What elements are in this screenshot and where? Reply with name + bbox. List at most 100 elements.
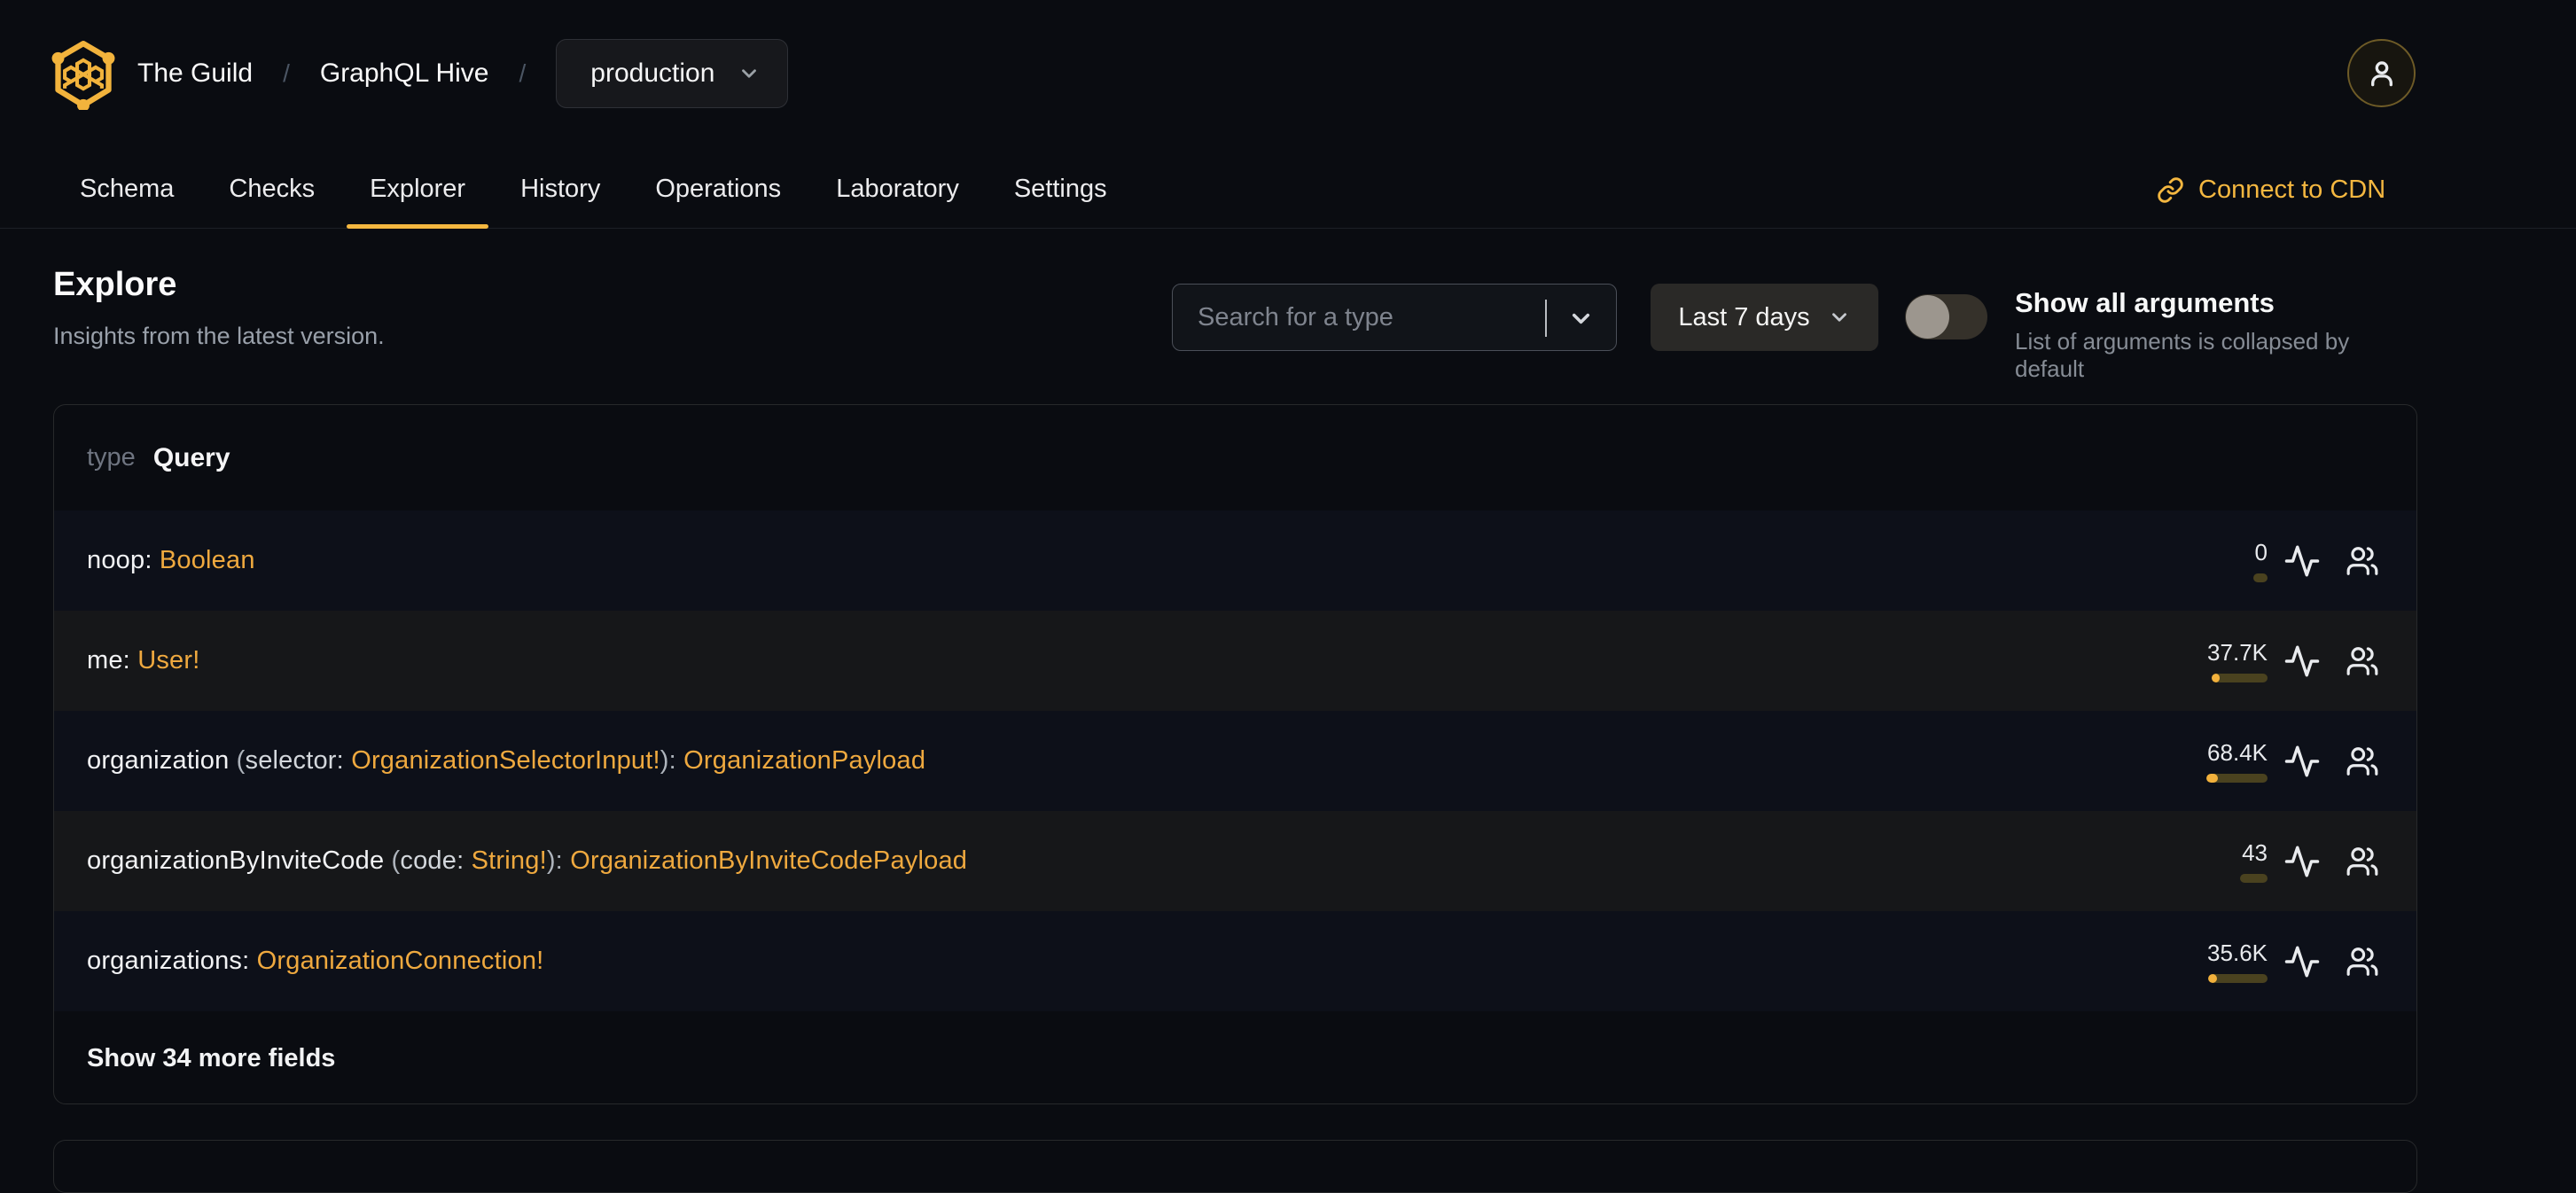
field-punct: ): [660, 746, 684, 775]
link-icon [2158, 176, 2183, 203]
request-count-block: 43 [2161, 839, 2268, 883]
users-icon [2346, 846, 2378, 876]
target-selector[interactable]: production [556, 39, 789, 108]
type-kind-label: type [87, 443, 136, 472]
type-search-input[interactable]: Search for a type [1172, 284, 1617, 351]
tab-settings[interactable]: Settings [991, 151, 1130, 228]
activity-icon [2284, 846, 2320, 877]
show-all-arguments-description: List of arguments is collapsed by defaul… [2015, 328, 2350, 382]
show-all-arguments-toggle[interactable] [1905, 294, 1987, 339]
users-icon [2346, 646, 2378, 675]
show-all-arguments-label: Show all arguments [2015, 287, 2275, 318]
page-title: Explore [53, 266, 177, 303]
field-name: me: [87, 646, 138, 674]
field-row-organization: organization (selector: OrganizationSele… [54, 711, 2416, 811]
request-count-block: 0 [2161, 539, 2268, 582]
field-punct: ): [546, 846, 571, 875]
field-type-link[interactable]: OrganizationByInviteCodePayload [570, 846, 967, 875]
tab-history[interactable]: History [497, 151, 623, 228]
field-arg-type-link[interactable]: OrganizationSelectorInput! [351, 746, 660, 775]
field-activity-button[interactable] [2283, 643, 2321, 680]
type-name: Query [152, 442, 230, 472]
type-card-query: type Query noop: Boolean 0 me: User! 37.… [53, 404, 2417, 1104]
request-count: 35.6K [2207, 940, 2268, 966]
field-name: organization [87, 746, 237, 775]
tab-operations[interactable]: Operations [632, 151, 804, 228]
users-icon [2346, 546, 2378, 575]
field-name: organizationByInviteCode [87, 846, 392, 875]
breadcrumb-org[interactable]: The Guild [137, 58, 253, 89]
users-icon [2346, 746, 2378, 776]
field-name: organizations: [87, 947, 257, 975]
page-subtitle: Insights from the latest version. [53, 323, 385, 349]
target-selector-value: production [590, 58, 715, 88]
field-type-link[interactable]: OrganizationConnection! [257, 947, 544, 975]
request-count: 0 [2254, 539, 2268, 565]
field-row-organizations: organizations: OrganizationConnection! 3… [54, 911, 2416, 1011]
field-arg-name: code: [400, 846, 472, 875]
connect-to-cdn-link[interactable]: Connect to CDN [2157, 151, 2385, 229]
period-select-value: Last 7 days [1678, 302, 1810, 331]
request-count: 43 [2242, 839, 2268, 866]
field-arg-type-link[interactable]: String! [472, 846, 547, 875]
field-arg-name: selector: [245, 746, 352, 775]
field-signature: organizationByInviteCode (code: String!)… [87, 846, 967, 876]
tab-explorer[interactable]: Explorer [347, 151, 489, 229]
field-type-link[interactable]: Boolean [160, 546, 255, 574]
field-clients-button[interactable] [2344, 943, 2381, 980]
request-count-block: 37.7K [2161, 639, 2268, 682]
field-row-me: me: User! 37.7K [54, 611, 2416, 711]
field-clients-button[interactable] [2344, 643, 2381, 680]
usage-bar-fill [2206, 774, 2218, 783]
tab-laboratory[interactable]: Laboratory [813, 151, 982, 228]
field-clients-button[interactable] [2344, 743, 2381, 780]
usage-bar [2208, 974, 2268, 983]
field-signature: noop: Boolean [87, 546, 255, 575]
type-search-placeholder: Search for a type [1198, 302, 1393, 331]
next-type-card-partial [53, 1140, 2417, 1193]
search-divider [1545, 300, 1547, 337]
request-count: 37.7K [2207, 639, 2268, 666]
request-count-block: 68.4K [2161, 739, 2268, 783]
field-punct: ( [391, 846, 401, 875]
field-activity-button[interactable] [2283, 843, 2321, 880]
field-signature: organizations: OrganizationConnection! [87, 947, 543, 976]
connect-to-cdn-label: Connect to CDN [2198, 175, 2386, 204]
field-row-noop: noop: Boolean 0 [54, 511, 2416, 611]
toggle-knob [1906, 295, 1949, 339]
user-avatar-button[interactable] [2347, 39, 2416, 107]
period-select-button[interactable]: Last 7 days [1651, 284, 1878, 351]
activity-icon [2284, 946, 2320, 977]
field-clients-button[interactable] [2344, 843, 2381, 880]
field-clients-button[interactable] [2344, 542, 2381, 580]
field-metrics: 35.6K [2161, 911, 2381, 1011]
field-activity-button[interactable] [2283, 743, 2321, 780]
chevron-down-icon[interactable] [1567, 305, 1595, 332]
type-card-header: type Query [54, 405, 2416, 511]
field-type-link[interactable]: User! [137, 646, 199, 674]
type-card-footer: Show 34 more fields [54, 1011, 2416, 1103]
usage-bar [2240, 874, 2268, 883]
breadcrumb-separator: / [283, 59, 290, 87]
field-signature: organization (selector: OrganizationSele… [87, 746, 925, 776]
show-more-fields-button[interactable]: Show 34 more fields [87, 1044, 335, 1073]
field-activity-button[interactable] [2283, 943, 2321, 980]
tab-schema[interactable]: Schema [57, 151, 197, 228]
field-name: noop: [87, 546, 160, 574]
field-type-link[interactable]: OrganizationPayload [683, 746, 925, 775]
field-metrics: 43 [2161, 811, 2381, 911]
field-metrics: 68.4K [2161, 711, 2381, 811]
field-activity-button[interactable] [2283, 542, 2321, 580]
usage-bar [2212, 674, 2268, 682]
usage-bar [2206, 774, 2268, 783]
hive-logo-icon[interactable] [50, 39, 117, 110]
usage-bar [2253, 573, 2268, 582]
activity-icon [2284, 745, 2320, 776]
usage-bar-fill [2208, 974, 2217, 983]
user-icon [2370, 60, 2393, 86]
activity-icon [2284, 545, 2320, 576]
breadcrumb-project[interactable]: GraphQL Hive [320, 58, 489, 89]
tab-checks[interactable]: Checks [206, 151, 338, 228]
request-count: 68.4K [2207, 739, 2268, 766]
users-icon [2346, 947, 2378, 976]
